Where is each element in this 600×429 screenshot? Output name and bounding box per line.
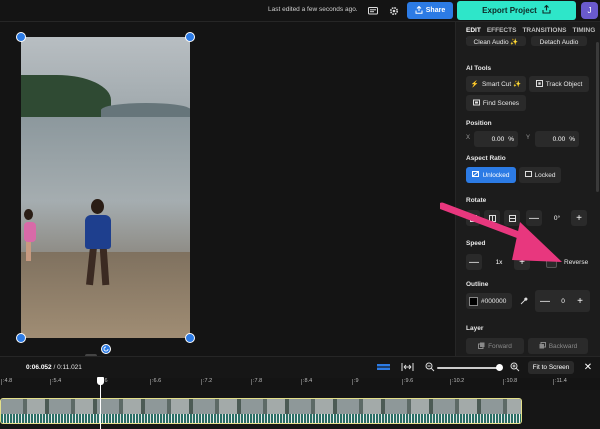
find-scenes-button[interactable]: Find Scenes bbox=[466, 95, 526, 111]
lightning-icon: ⚡ bbox=[470, 81, 479, 88]
last-edited-text: Last edited a few seconds ago. bbox=[268, 6, 358, 13]
color-swatch bbox=[469, 296, 478, 306]
track-icon bbox=[535, 79, 543, 89]
unlocked-button[interactable]: Unlocked bbox=[466, 167, 516, 183]
share-label: Share bbox=[425, 7, 446, 14]
ruler-tick: :10.2 bbox=[449, 378, 465, 385]
gear-icon[interactable] bbox=[387, 4, 401, 18]
position-y-input[interactable]: 0.00 % bbox=[535, 131, 579, 147]
ruler-tick: :8.4 bbox=[300, 378, 313, 385]
fit-width-icon[interactable] bbox=[400, 362, 414, 372]
split-track-icon[interactable] bbox=[376, 362, 390, 372]
panel-scrollbar[interactable] bbox=[596, 42, 599, 192]
export-project-button[interactable]: Export Project bbox=[457, 1, 576, 20]
aspect-ratio-title: Aspect Ratio bbox=[466, 155, 506, 162]
ruler-tick: :7.2 bbox=[200, 378, 213, 385]
ruler-tick: :5.4 bbox=[49, 378, 62, 385]
forward-button[interactable]: Forward bbox=[466, 338, 524, 354]
time-display: 0:06.052 / 0:11.021 bbox=[26, 364, 82, 371]
backward-button[interactable]: Backward bbox=[528, 338, 588, 354]
ruler-tick: :9.6 bbox=[401, 378, 414, 385]
properties-panel: EDIT EFFECTS TRANSITIONS TIMING Clean Au… bbox=[455, 22, 600, 356]
locked-button[interactable]: Locked bbox=[519, 167, 561, 183]
annotation-arrow-icon bbox=[440, 202, 562, 262]
forward-icon bbox=[478, 342, 485, 351]
outline-value[interactable]: 0 bbox=[555, 293, 571, 309]
detach-audio-button[interactable]: Detach Audio bbox=[531, 36, 587, 46]
lock-icon bbox=[524, 171, 532, 179]
x-label: X bbox=[466, 135, 471, 141]
top-bar: Last edited a few seconds ago. Share Exp… bbox=[0, 0, 600, 22]
y-label: Y bbox=[526, 135, 531, 141]
outline-minus-button[interactable]: — bbox=[537, 293, 553, 309]
video-preview[interactable] bbox=[21, 37, 190, 338]
canvas-area bbox=[0, 22, 455, 358]
zoom-out-icon[interactable] bbox=[423, 362, 437, 372]
export-label: Export Project bbox=[482, 6, 537, 15]
outline-plus-button[interactable]: + bbox=[572, 293, 588, 309]
clean-audio-button[interactable]: Clean Audio ✨ bbox=[466, 36, 526, 46]
current-time: 0:06.052 bbox=[26, 364, 52, 371]
outline-color-input[interactable]: #000000 bbox=[466, 293, 512, 309]
unlock-icon bbox=[472, 171, 480, 179]
clip-thumbnails bbox=[1, 399, 521, 414]
resize-handle-top-right[interactable] bbox=[185, 32, 195, 42]
share-button[interactable]: Share bbox=[407, 2, 453, 19]
comment-icon[interactable] bbox=[366, 4, 380, 18]
avatar[interactable]: J bbox=[581, 2, 598, 19]
timeline-ruler[interactable]: :4.8 :5.4 :6 :6.6 :7.2 :7.8 :8.4 :9 :9.6… bbox=[0, 378, 600, 390]
ruler-tick: :6.6 bbox=[149, 378, 162, 385]
share-icon bbox=[415, 5, 423, 16]
ruler-tick: :10.8 bbox=[502, 378, 518, 385]
track-object-button[interactable]: Track Object bbox=[529, 76, 589, 92]
zoom-slider[interactable] bbox=[437, 367, 501, 369]
ruler-tick: :9 bbox=[352, 378, 359, 385]
close-timeline-icon[interactable]: ✕ bbox=[582, 361, 594, 373]
zoom-slider-knob[interactable] bbox=[496, 364, 503, 371]
outline-title: Outline bbox=[466, 281, 489, 288]
fit-to-screen-button[interactable]: Fit to Screen bbox=[528, 361, 574, 374]
layer-title: Layer bbox=[466, 325, 484, 332]
playhead-handle[interactable] bbox=[97, 377, 104, 385]
playhead-line bbox=[100, 380, 101, 429]
scenes-icon bbox=[472, 99, 480, 108]
total-time: / 0:11.021 bbox=[53, 364, 82, 371]
clip-waveform bbox=[1, 414, 521, 423]
rotate-handle-icon[interactable] bbox=[101, 344, 111, 354]
resize-handle-top-left[interactable] bbox=[16, 32, 26, 42]
zoom-in-icon[interactable] bbox=[508, 362, 522, 372]
position-x-input[interactable]: 0.00 % bbox=[474, 131, 518, 147]
resize-handle-bottom-left[interactable] bbox=[16, 333, 26, 343]
video-editor: Last edited a few seconds ago. Share Exp… bbox=[0, 0, 600, 429]
eyedropper-icon[interactable] bbox=[516, 293, 532, 309]
ai-tools-title: AI Tools bbox=[466, 65, 492, 72]
ruler-tick: :4.8 bbox=[0, 378, 13, 385]
ruler-tick: :11.4 bbox=[553, 378, 567, 385]
smart-cut-button[interactable]: ⚡ Smart Cut ✨ bbox=[466, 76, 526, 92]
video-clip[interactable] bbox=[0, 398, 522, 424]
backward-icon bbox=[539, 341, 546, 351]
ruler-tick: :7.8 bbox=[250, 378, 263, 385]
position-title: Position bbox=[466, 120, 492, 127]
resize-handle-bottom-right[interactable] bbox=[185, 333, 195, 343]
export-icon bbox=[542, 4, 551, 16]
